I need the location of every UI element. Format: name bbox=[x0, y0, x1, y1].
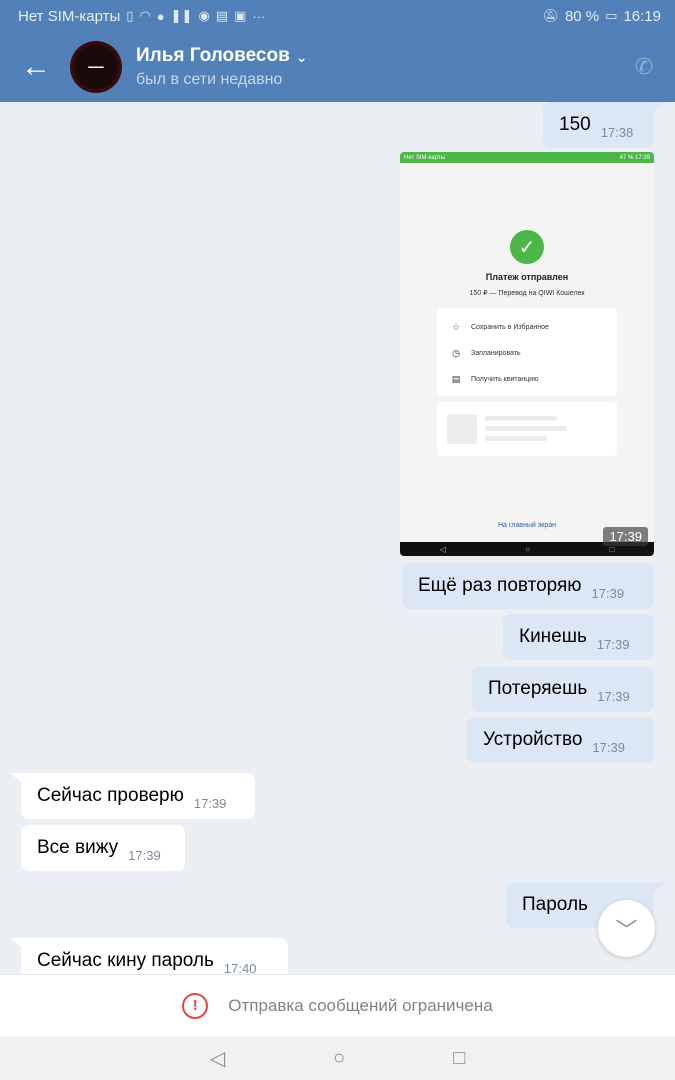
chat-header: ← ▬▬▬ Илья Головесов ⌄ был в сети недавн… bbox=[0, 32, 675, 102]
message-incoming[interactable]: Все вижу 17:39 bbox=[21, 825, 185, 871]
screenshot-action: ▤ Получить квитанцию bbox=[451, 374, 539, 385]
nav-back-icon[interactable]: ◁ bbox=[210, 1046, 225, 1071]
gallery-icon: ▣ bbox=[234, 8, 247, 23]
avatar-logo: ▬▬▬ bbox=[88, 64, 104, 70]
message-outgoing[interactable]: Кинешь 17:39 bbox=[503, 614, 654, 660]
nav-home-icon: ○ bbox=[525, 544, 531, 554]
chevron-down-icon: ⌄ bbox=[295, 48, 308, 65]
screenshot-action: ☆ Сохранить в Избранное bbox=[451, 322, 549, 333]
avatar[interactable]: ▬▬▬ bbox=[70, 41, 122, 93]
nav-home-icon[interactable]: ○ bbox=[333, 1047, 345, 1070]
screenshot-action: ◷ Запланировать bbox=[451, 348, 521, 359]
message-text: Кинешь bbox=[519, 626, 587, 647]
message-time: 17:38 bbox=[600, 124, 634, 140]
placeholder-line bbox=[485, 426, 567, 431]
last-seen: был в сети недавно bbox=[136, 71, 283, 88]
image-message[interactable]: Нет SIM-карты 47 % 17:39 ✓ Платеж отправ… bbox=[400, 152, 654, 556]
screenshot-action-label: Запланировать bbox=[471, 350, 521, 357]
message-time: 17:39 bbox=[592, 739, 625, 755]
messaging-restricted-bar: ! Отправка сообщений ограничена bbox=[0, 974, 675, 1036]
message-time: 17:39 bbox=[591, 585, 625, 601]
scroll-down-button[interactable]: ﹀ bbox=[598, 900, 655, 957]
message-incoming[interactable]: Сейчас кину пароль 17:40 bbox=[21, 938, 288, 974]
message-time: 17:39 bbox=[597, 688, 630, 704]
chevron-down-icon: ﹀ bbox=[615, 917, 638, 943]
message-list[interactable]: 150 17:38 Нет SIM-карты 47 % 17:39 ✓ Пла… bbox=[0, 102, 675, 974]
mute-icon: 🔕︎ bbox=[542, 8, 559, 23]
message-time: 17:39 bbox=[128, 847, 161, 863]
screenshot-title: Платеж отправлен bbox=[485, 272, 569, 282]
chrome-icon: ◉ bbox=[198, 8, 210, 23]
pause-icon: ❚❚ bbox=[170, 8, 193, 23]
contact-name: Илья Головесов bbox=[136, 45, 290, 66]
message-text: Ещё раз повторяю bbox=[418, 575, 582, 596]
phone-icon[interactable]: ✆ bbox=[631, 54, 657, 80]
carrier-label: Нет SIM-карты bbox=[18, 7, 121, 25]
screenshot-subtitle: 150 ₽ — Перевод на QIWI Кошелек bbox=[469, 290, 585, 297]
message-outgoing[interactable]: Устройство 17:39 bbox=[467, 717, 654, 763]
restriction-text: Отправка сообщений ограничена bbox=[228, 995, 493, 1015]
message-text: Потеряешь bbox=[488, 678, 588, 699]
wifi-icon: ◠ bbox=[139, 8, 151, 23]
file-icon: ▤ bbox=[215, 8, 229, 23]
message-text: Сейчас проверю bbox=[37, 785, 184, 806]
message-text: Устройство bbox=[483, 729, 583, 750]
sim-icon: ▯ bbox=[126, 8, 134, 23]
bubble-tail bbox=[653, 102, 665, 112]
message-text: Сейчас кину пароль bbox=[37, 950, 214, 971]
screenshot-actions-card: ☆ Сохранить в Избранное ◷ Запланировать … bbox=[437, 308, 617, 396]
chat-notification-icon: ● bbox=[156, 8, 165, 24]
message-time: 17:40 bbox=[223, 960, 257, 975]
screenshot-status-right: 47 % 17:39 bbox=[619, 154, 650, 161]
screenshot-action-label: Получить квитанцию bbox=[471, 376, 539, 383]
message-outgoing[interactable]: 150 17:38 bbox=[543, 102, 654, 148]
placeholder-line bbox=[485, 436, 547, 441]
screenshot-status-bar: Нет SIM-карты 47 % 17:39 bbox=[400, 152, 654, 163]
message-outgoing[interactable]: Ещё раз повторяю 17:39 bbox=[402, 563, 654, 609]
status-time: 16:19 bbox=[623, 7, 661, 25]
message-time: 17:39 bbox=[193, 795, 227, 811]
message-outgoing[interactable]: Потеряешь 17:39 bbox=[472, 666, 654, 712]
android-nav-bar: ◁ ○ □ bbox=[0, 1036, 675, 1080]
nav-back-icon: ◁ bbox=[439, 544, 446, 554]
warning-icon: ! bbox=[182, 992, 209, 1019]
screenshot-status-left: Нет SIM-карты bbox=[404, 154, 445, 161]
back-arrow-icon[interactable]: ← bbox=[0, 32, 72, 102]
clock-icon: ◷ bbox=[452, 348, 460, 358]
more-notifications-icon: ··· bbox=[252, 8, 266, 24]
image-time: 17:39 bbox=[603, 527, 648, 546]
placeholder-line bbox=[485, 416, 557, 421]
battery-icon: ▭ bbox=[605, 8, 618, 23]
message-text: Все вижу bbox=[37, 837, 119, 858]
top-bar: Нет SIM-карты ▯ ◠ ● ❚❚ ◉ ▤ ▣ ··· 🔕︎ 80 %… bbox=[0, 0, 675, 102]
message-text: Пароль bbox=[522, 894, 588, 915]
star-icon: ☆ bbox=[451, 322, 461, 332]
message-time: 17:39 bbox=[596, 636, 630, 652]
nav-recents-icon[interactable]: □ bbox=[453, 1047, 465, 1070]
screenshot-placeholder-card bbox=[437, 402, 617, 456]
placeholder-box bbox=[447, 414, 477, 444]
message-text: 150 bbox=[559, 114, 591, 135]
message-incoming[interactable]: Сейчас проверю 17:39 bbox=[21, 773, 255, 819]
check-icon: ✓ bbox=[510, 230, 544, 264]
screenshot-action-label: Сохранить в Избранное bbox=[471, 324, 549, 331]
receipt-icon: ▤ bbox=[451, 374, 461, 384]
contact-info[interactable]: Илья Головесов ⌄ был в сети недавно bbox=[136, 45, 308, 89]
status-bar: Нет SIM-карты ▯ ◠ ● ❚❚ ◉ ▤ ▣ ··· 🔕︎ 80 %… bbox=[0, 0, 675, 32]
battery-percent: 80 % bbox=[564, 7, 600, 25]
bubble-tail bbox=[654, 882, 666, 892]
